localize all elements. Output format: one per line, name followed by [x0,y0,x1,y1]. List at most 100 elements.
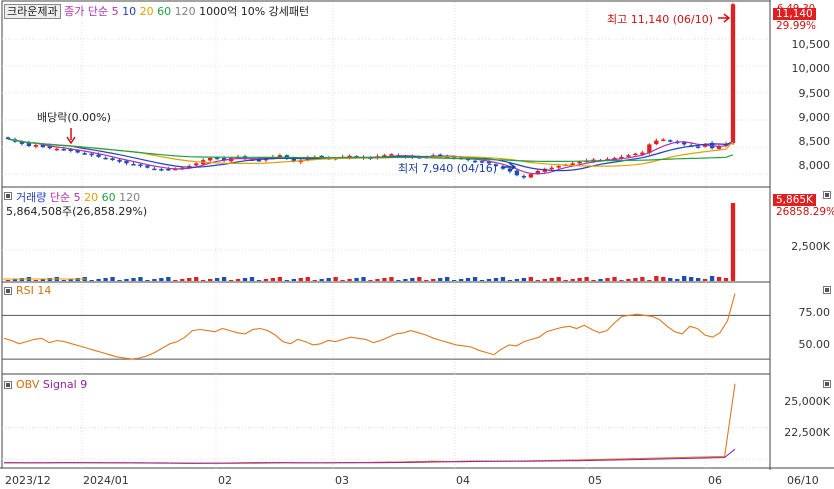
volume-bar [472,277,478,281]
dividend-annotation: 배당락(0.00%) [37,111,111,124]
obv-signal-line [3,448,736,464]
volume-bar [166,277,171,281]
volume-bar [117,280,122,281]
volume-bar [689,277,694,281]
rsi-label: RSI 14 [16,284,52,297]
volume-bar [417,277,422,281]
volume-bar [152,279,157,281]
volume-bar [298,278,303,281]
x-tick: 2023/12 [5,474,51,487]
price-legend-label: 종가 단순 [64,5,109,18]
volume-bar [458,279,464,281]
volume-bar [570,279,575,281]
volume-bar [479,280,485,281]
volume-bar [361,277,366,281]
candle-body [633,153,638,156]
volume-bar [347,279,352,281]
volume-bar [5,280,11,281]
volume-bar [340,280,345,281]
rsi-close-button[interactable] [823,286,831,294]
volume-bar [675,279,680,281]
low-annotation: 최저 7,940 (04/16) [398,162,498,175]
volume-bar [424,280,429,281]
obv-panel-toggle[interactable] [4,381,12,389]
volume-bar [61,280,66,281]
candle-body [166,168,171,171]
panel-frame [1,0,771,188]
volume-bar [661,277,666,281]
volume-bar [103,278,108,281]
candle-body [389,154,394,156]
volume-bar [277,277,283,281]
volume-bar [221,277,227,281]
stock-name-button[interactable]: 크라운제과 [4,4,61,19]
price-legend: 크라운제과 종가 단순 5 10 20 60 120 1000억 10% 강세패… [4,3,309,19]
volume-bar [633,278,638,281]
candle-body [89,153,94,156]
volume-bar [682,276,687,281]
volume-bar [702,279,708,281]
candle-body [549,167,554,170]
obv-ytick: 22,500K [784,426,830,439]
candle-body [730,4,736,144]
volume-bar [542,279,547,281]
volume-bar [256,280,262,281]
moving-average-line [7,138,734,167]
ma-60-label: 60 [157,5,172,18]
volume-bar [263,279,269,281]
candle-body [577,161,582,164]
stock-chart [0,0,834,470]
volume-bar [591,280,596,281]
candle-body [668,140,673,142]
volume-bar [235,279,241,281]
volume-bar [535,280,540,281]
rsi-ytick: 50.00 [798,338,831,351]
volume-bar [33,280,39,281]
volume-bar [619,280,624,281]
volume-bar [598,279,603,281]
volume-bar [284,280,290,281]
x-tick: 2024/01 [83,474,129,487]
volume-close-button[interactable] [823,191,831,199]
volume-bar [187,278,192,281]
candle-body [214,157,220,160]
candle-body [54,148,59,151]
price-ytick: 8,000 [798,159,831,172]
volume-bar [131,278,136,281]
ma-120-label: 120 [174,5,196,18]
volume-bar [445,277,450,281]
rsi-panel-toggle[interactable] [4,287,12,295]
x-tick: 02 [218,474,232,487]
candle-body [159,169,164,171]
obv-line [3,383,736,464]
volume-bar [173,280,178,281]
candle-body [194,163,199,166]
volume-bar [270,278,276,281]
x-tick: 04 [456,474,470,487]
panel-frame [1,281,771,375]
volume-bar [723,278,729,281]
volume-bar [626,279,631,281]
volume-bar [354,278,359,281]
volume-bar [326,278,331,281]
candle-body [535,170,540,174]
volume-bar [709,276,715,281]
volume-bar [514,279,520,281]
volume-bar [521,278,527,281]
ma-5-label: 5 [111,5,119,18]
volume-bar [305,277,310,281]
volume-bar [180,279,185,281]
rsi-line [3,293,736,360]
obv-close-button[interactable] [823,380,831,388]
volume-panel-toggle[interactable] [4,192,12,200]
volume-bar [668,278,673,281]
candle-body [131,164,136,166]
candle-body [138,164,143,167]
volume-bar [333,277,338,281]
volume-bar [242,278,248,281]
volume-bar [403,279,408,281]
volume-bar [605,278,610,281]
candle-body [695,146,701,148]
candle-body [521,175,527,178]
x-tick: 03 [335,474,349,487]
